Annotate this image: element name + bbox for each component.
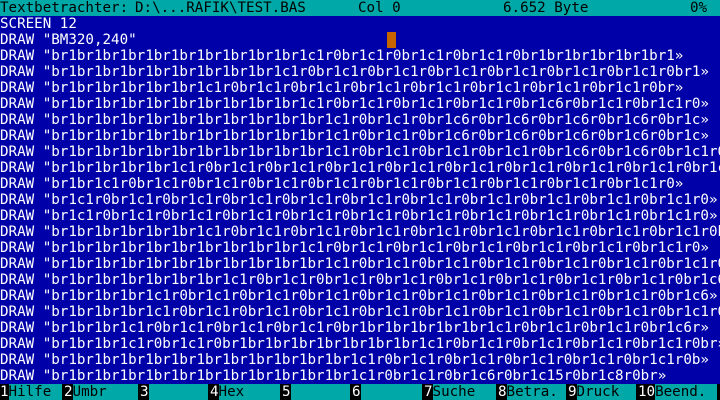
code-line: DRAW "br1br1br1br1br1br1br1br1br1br1br1c…	[0, 128, 709, 144]
fkey-3[interactable]: 3	[140, 384, 208, 400]
fkey-number: 3	[140, 384, 149, 400]
fkey-label	[148, 384, 208, 400]
fkey-label: Hex	[218, 384, 280, 400]
code-line: DRAW "br1br1c1r0br1c1r0br1c1r0br1c1r0br1…	[0, 176, 684, 192]
code-line: DRAW "br1br1br1br1br1c1r0br1c1r0br1c1r0b…	[0, 160, 720, 176]
code-line: DRAW "br1br1br1br1br1br1br1br1br1br1br1c…	[0, 112, 709, 128]
fkey-7[interactable]: 7Suche	[424, 384, 496, 400]
code-line: DRAW "br1br1br1br1br1br1br1c1r0br1c1r0br…	[0, 272, 720, 288]
fkey-label: Umbr	[72, 384, 138, 400]
fkey-number: 5	[282, 384, 291, 400]
fkey-1[interactable]: 1Hilfe	[0, 384, 62, 400]
code-line: DRAW "br1br1br1br1br1br1c1r0br1c1r0br1c1…	[0, 224, 720, 240]
code-line: DRAW "br1br1br1br1br1br1br1br1br1br1c1r0…	[0, 48, 684, 64]
code-line: DRAW "br1c1r0br1c1r0br1c1r0br1c1r0br1c1r…	[0, 208, 718, 224]
fkey-label: Hilfe	[8, 384, 62, 400]
fkey-10[interactable]: 10Beend.	[638, 384, 718, 400]
fkey-label	[290, 384, 350, 400]
fkey-number: 1	[0, 384, 9, 400]
fkey-4[interactable]: 4Hex	[210, 384, 280, 400]
code-line: SCREEN 12	[0, 16, 77, 32]
percent-indicator: 0%	[690, 0, 708, 16]
fkey-number: 2	[64, 384, 73, 400]
app-title: Textbetrachter:	[0, 0, 129, 16]
code-line: DRAW "br1br1br1br1br1br1br1br1br1br1br1b…	[0, 352, 709, 368]
fkey-label: Druck	[576, 384, 636, 400]
fkey-number: 4	[210, 384, 219, 400]
code-line: DRAW "br1br1br1br1br1br1br1br1br1br1br1c…	[0, 144, 720, 160]
code-line: DRAW "br1br1br1c1r0br1c1r0br1br1br1br1br…	[0, 336, 720, 352]
code-line: DRAW "BM320,240"	[0, 32, 137, 48]
code-line: DRAW "br1c1r0br1c1r0br1c1r0br1c1r0br1c1r…	[0, 192, 718, 208]
code-line: DRAW "br1br1br1br1br1br1br1br1br1br1c1r0…	[0, 96, 709, 112]
fkey-6[interactable]: 6	[352, 384, 422, 400]
code-line: DRAW "br1br1br1br1br1br1br1br1br1br1br1c…	[0, 256, 720, 272]
code-line: DRAW "br1br1br1c1r0br1c1r0br1c1r0br1c1r0…	[0, 320, 709, 336]
fkey-number: 7	[424, 384, 433, 400]
fkey-number: 8	[498, 384, 507, 400]
title-status-bar: Textbetrachter: D:\...RAFIK\TEST.BAS Col…	[0, 0, 720, 16]
fkey-label	[360, 384, 422, 400]
fkey-label: Suche	[432, 384, 496, 400]
fkey-9[interactable]: 9Druck	[568, 384, 636, 400]
fkey-number: 9	[568, 384, 577, 400]
code-line: DRAW "br1br1br1br1br1br1c1r0br1c1r0br1c1…	[0, 80, 684, 96]
code-line: DRAW "br1br1br1br1c1r0br1c1r0br1c1r0br1c…	[0, 304, 720, 320]
code-line: DRAW "br1br1br1br1c1r0br1c1r0br1c1r0br1c…	[0, 288, 718, 304]
fkey-number: 10	[638, 384, 656, 400]
file-path: D:\...RAFIK\TEST.BAS	[135, 0, 306, 16]
file-size: 6.652 Byte	[503, 0, 589, 16]
code-line: DRAW "br1br1br1br1br1br1br1br1br1br1br1b…	[0, 368, 667, 384]
fkey-8[interactable]: 8Betra.	[498, 384, 566, 400]
text-cursor	[387, 32, 396, 48]
fkey-label: Betra.	[506, 384, 566, 400]
function-key-bar: 1Hilfe 2Umbr 3 4Hex 5 6 7Suche 8Betra. 9D…	[0, 384, 720, 400]
code-line: DRAW "br1br1br1br1br1br1br1br1br1br1c1r0…	[0, 240, 709, 256]
column-indicator: Col 0	[358, 0, 401, 16]
fkey-2[interactable]: 2Umbr	[64, 384, 138, 400]
code-line: DRAW "br1br1br1br1br1br1br1br1br1c1r0br1…	[0, 64, 709, 80]
fkey-5[interactable]: 5	[282, 384, 350, 400]
fkey-number: 6	[352, 384, 361, 400]
fkey-label: Beend.	[655, 384, 718, 400]
text-viewer-area[interactable]: SCREEN 12 DRAW "BM320,240" DRAW "br1br1br1…	[0, 16, 720, 384]
